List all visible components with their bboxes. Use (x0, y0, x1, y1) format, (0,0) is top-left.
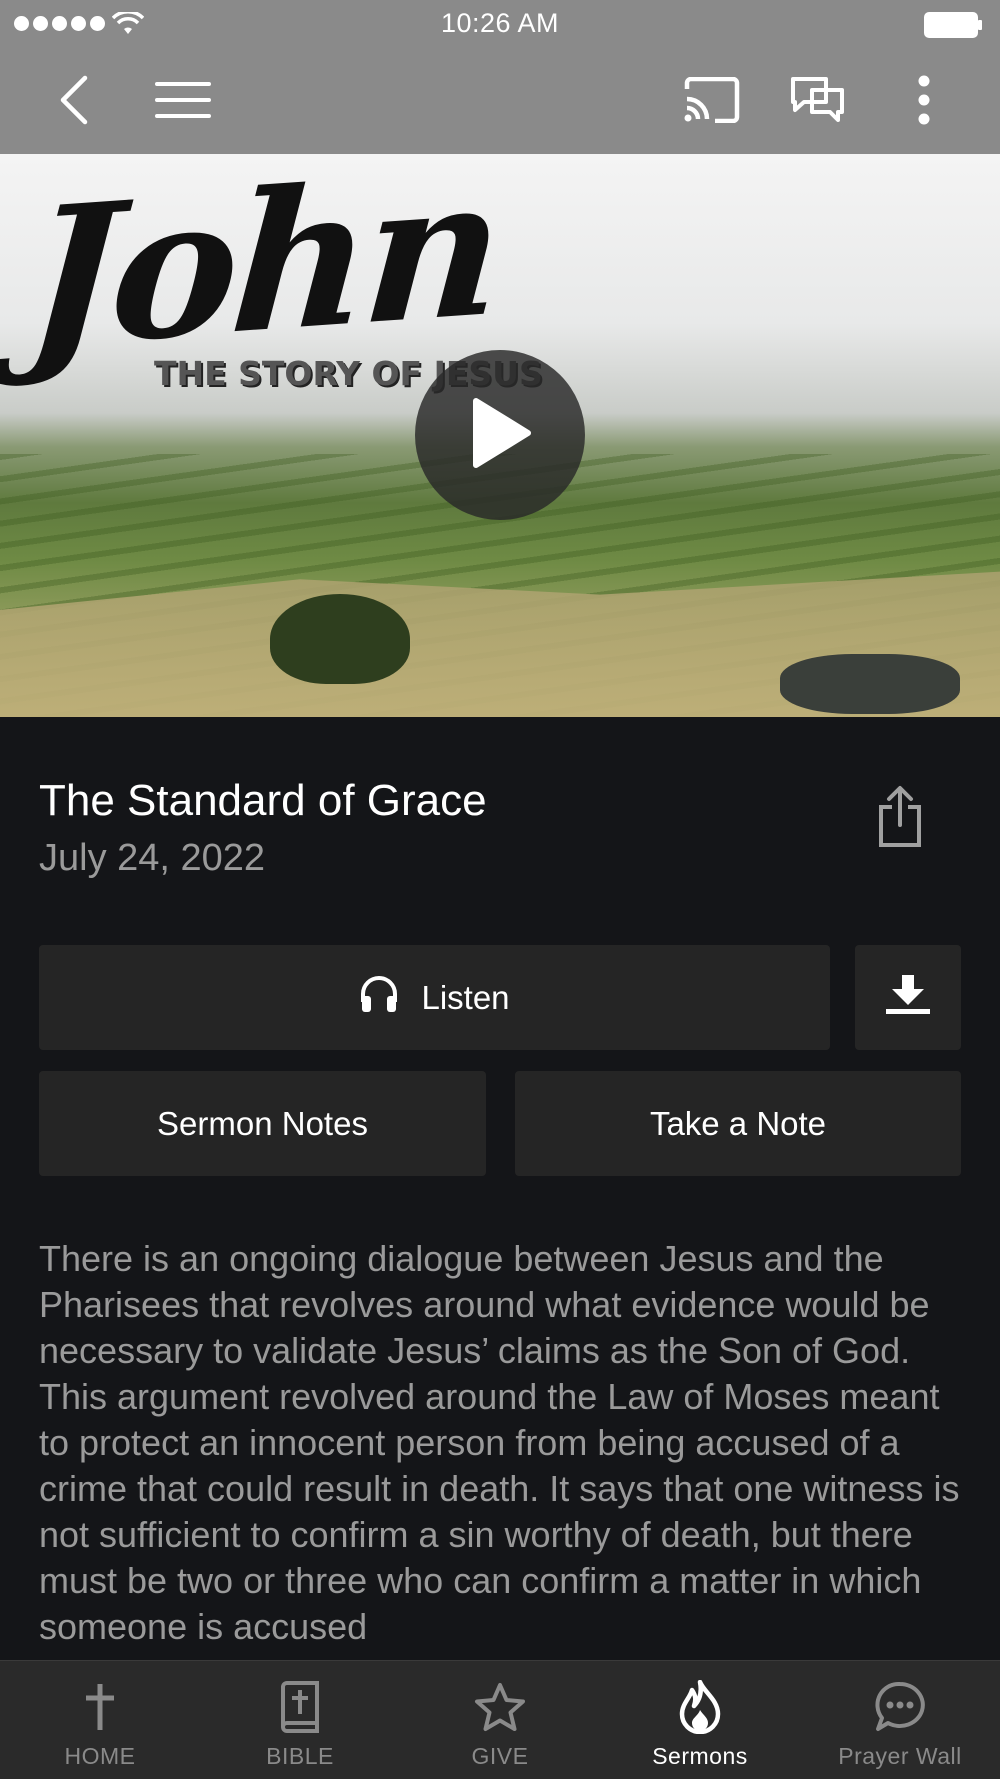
headphones-icon (359, 974, 399, 1022)
bottom-tab-bar: HOME BIBLE GIVE Sermons Prayer Wall (0, 1660, 1000, 1779)
take-a-note-button[interactable]: Take a Note (515, 1071, 961, 1176)
play-button[interactable] (415, 350, 585, 520)
cast-icon (683, 76, 741, 128)
tab-label: BIBLE (266, 1743, 334, 1769)
hamburger-menu-icon (155, 80, 211, 125)
more-vertical-icon (917, 75, 931, 130)
series-title: John (20, 154, 505, 392)
tab-prayer-wall[interactable]: Prayer Wall (800, 1661, 1000, 1779)
bible-icon (279, 1679, 321, 1735)
listen-button[interactable]: Listen (39, 945, 830, 1050)
play-icon (468, 397, 532, 474)
cross-icon (82, 1679, 118, 1735)
sermon-description: There is an ongoing dialogue between Jes… (39, 1238, 960, 1647)
share-icon (876, 785, 924, 854)
download-icon (884, 973, 932, 1023)
listen-label: Listen (421, 978, 510, 1016)
menu-button[interactable] (150, 50, 216, 154)
download-button[interactable] (855, 945, 961, 1050)
sermon-title: The Standard of Grace (39, 776, 487, 825)
cast-button[interactable] (680, 50, 744, 154)
tab-label: HOME (64, 1743, 136, 1769)
sermon-notes-button[interactable]: Sermon Notes (39, 1071, 486, 1176)
battery-icon (924, 12, 984, 43)
tab-label: GIVE (471, 1743, 529, 1769)
sermon-video-thumbnail[interactable]: John THE STORY OF JESUS (0, 154, 1000, 717)
tab-label: Sermons (652, 1743, 748, 1769)
star-icon (474, 1679, 526, 1735)
top-navigation-bar (0, 50, 1000, 154)
tab-give[interactable]: GIVE (400, 1661, 600, 1779)
tab-label: Prayer Wall (838, 1743, 962, 1769)
chat-bubble-icon (874, 1679, 926, 1735)
status-bar: 10:26 AM (0, 0, 1000, 50)
flame-icon (678, 1679, 722, 1735)
tab-sermons[interactable]: Sermons (600, 1661, 800, 1779)
more-options-button[interactable] (898, 50, 950, 154)
chat-bubbles-icon (790, 76, 846, 129)
tab-home[interactable]: HOME (0, 1661, 200, 1779)
tab-bible[interactable]: BIBLE (200, 1661, 400, 1779)
sermon-date: July 24, 2022 (39, 837, 266, 879)
chevron-left-icon (59, 75, 89, 130)
status-time: 10:26 AM (440, 8, 560, 38)
share-button[interactable] (870, 784, 930, 854)
messages-button[interactable] (786, 50, 850, 154)
back-button[interactable] (46, 50, 102, 154)
